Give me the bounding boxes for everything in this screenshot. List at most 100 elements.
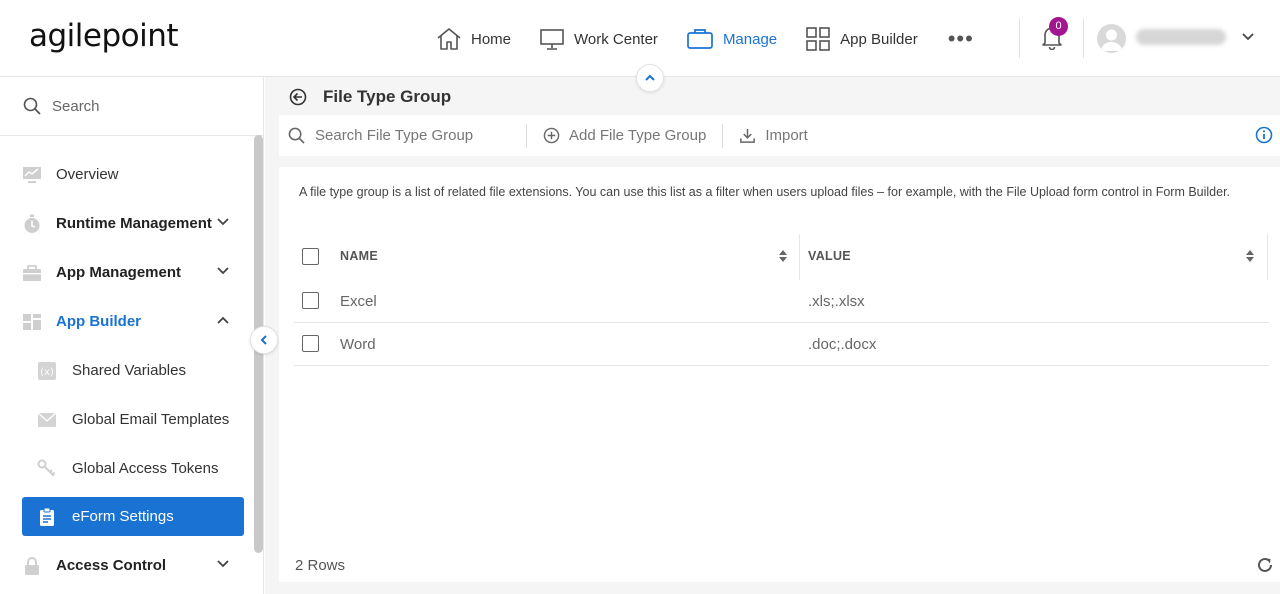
collapse-header-button[interactable] bbox=[636, 64, 664, 92]
back-arrow-icon bbox=[289, 88, 307, 106]
chart-monitor-icon bbox=[22, 165, 42, 185]
table-header: NAME VALUE bbox=[294, 234, 1269, 280]
stopwatch-icon bbox=[22, 214, 42, 234]
nav-app-builder[interactable]: App Builder bbox=[805, 22, 918, 56]
nav-manage[interactable]: Manage bbox=[686, 22, 777, 56]
toolbar: Add File Type Group Import bbox=[279, 115, 1280, 156]
plus-circle-icon bbox=[543, 127, 560, 144]
sidebar-item-label: App Management bbox=[56, 264, 182, 281]
agilepoint-logo[interactable]: agilepoint bbox=[29, 18, 179, 54]
info-icon bbox=[1255, 126, 1273, 144]
search-icon bbox=[288, 127, 305, 144]
sort-icon[interactable] bbox=[1245, 249, 1255, 263]
svg-text:(x): (x) bbox=[40, 367, 54, 378]
sidebar-item-label: eForm Settings bbox=[72, 508, 174, 525]
envelope-icon bbox=[37, 410, 57, 430]
description-text: A file type group is a list of related f… bbox=[299, 185, 1231, 199]
row-count: 2 Rows bbox=[295, 557, 346, 574]
sidebar-item-runtime-management[interactable]: Runtime Management bbox=[22, 204, 244, 243]
sidebar-item-overview[interactable]: Overview bbox=[22, 155, 244, 194]
select-all-checkbox[interactable] bbox=[302, 248, 319, 265]
table-row[interactable]: Word .doc;.docx bbox=[294, 323, 1269, 366]
row-value: .xls;.xlsx bbox=[808, 293, 865, 310]
chevron-down-icon bbox=[217, 267, 229, 275]
nav-manage-label: Manage bbox=[722, 30, 778, 48]
column-header-value[interactable]: VALUE bbox=[808, 249, 851, 263]
page-title: File Type Group bbox=[323, 87, 452, 106]
dashboard-icon bbox=[22, 312, 42, 332]
chevron-down-icon bbox=[217, 560, 229, 568]
sidebar-item-global-email-templates[interactable]: Global Email Templates bbox=[22, 400, 244, 439]
home-icon bbox=[437, 28, 461, 50]
column-header-name[interactable]: NAME bbox=[340, 249, 378, 263]
sidebar-item-access-control[interactable]: Access Control bbox=[22, 546, 244, 585]
row-name: Word bbox=[340, 336, 376, 353]
keys-icon bbox=[37, 459, 57, 479]
avatar[interactable] bbox=[1097, 24, 1126, 53]
sidebar-item-eform-settings[interactable]: eForm Settings bbox=[22, 497, 244, 536]
row-checkbox[interactable] bbox=[302, 335, 319, 352]
add-file-type-group-button[interactable]: Add File Type Group bbox=[527, 123, 724, 148]
column-divider bbox=[1267, 234, 1268, 280]
monitor-icon bbox=[540, 29, 564, 50]
import-label: Import bbox=[765, 127, 808, 144]
row-checkbox[interactable] bbox=[302, 292, 319, 309]
notification-count-badge: 0 bbox=[1049, 17, 1068, 36]
nav-app-builder-label: App Builder bbox=[840, 30, 918, 48]
user-name[interactable]: username bbox=[1136, 29, 1226, 45]
lock-icon bbox=[22, 556, 42, 576]
sidebar-item-label: Access Control bbox=[56, 557, 167, 574]
nav-work-center[interactable]: Work Center bbox=[539, 22, 658, 56]
clipboard-icon bbox=[37, 507, 57, 527]
download-icon bbox=[740, 128, 756, 143]
search-box bbox=[279, 123, 527, 148]
nav-home-label: Home bbox=[471, 30, 512, 48]
file-type-group-table: NAME VALUE Excel .xls;.xlsx Word .doc;.d… bbox=[294, 234, 1269, 366]
refresh-icon bbox=[1258, 557, 1272, 572]
top-header: agilepoint Home Work Center Manage App B… bbox=[0, 0, 1280, 77]
chevron-down-icon bbox=[1242, 33, 1254, 41]
table-row[interactable]: Excel .xls;.xlsx bbox=[294, 280, 1269, 323]
column-divider bbox=[799, 234, 800, 280]
add-file-type-group-label: Add File Type Group bbox=[569, 127, 707, 144]
grid-icon bbox=[806, 27, 830, 51]
sidebar-item-label: Global Email Templates bbox=[72, 411, 230, 428]
toolbox-icon bbox=[22, 263, 42, 283]
sidebar-item-app-management[interactable]: App Management bbox=[22, 253, 244, 292]
sidebar-search-label: Search bbox=[52, 97, 100, 115]
sidebar-item-label: App Builder bbox=[56, 313, 141, 330]
header-divider bbox=[1083, 18, 1084, 58]
back-button[interactable] bbox=[289, 88, 307, 106]
sidebar-item-label: Global Access Tokens bbox=[72, 460, 219, 477]
info-button[interactable] bbox=[1255, 126, 1273, 149]
sort-icon[interactable] bbox=[778, 249, 788, 263]
search-file-type-group-input[interactable] bbox=[315, 127, 505, 144]
sidebar-item-label: Shared Variables bbox=[72, 362, 186, 379]
chevron-up-icon bbox=[645, 74, 655, 81]
sidebar-search[interactable]: Search bbox=[0, 77, 263, 136]
main-panel: File Type Group Add File Type Group Impo… bbox=[265, 77, 1280, 594]
sidebar-item-shared-variables[interactable]: (x) Shared Variables bbox=[22, 351, 244, 390]
sidebar-item-app-builder[interactable]: App Builder bbox=[22, 302, 244, 341]
nav-home[interactable]: Home bbox=[436, 22, 511, 56]
user-menu-button[interactable] bbox=[1240, 30, 1256, 49]
sidebar-item-label: Overview bbox=[56, 166, 119, 183]
briefcase-icon bbox=[687, 29, 713, 49]
chevron-left-icon bbox=[260, 335, 267, 345]
header-divider bbox=[1019, 18, 1020, 58]
page-header: File Type Group bbox=[289, 86, 451, 108]
row-value: .doc;.docx bbox=[808, 336, 877, 353]
main-nav: Home Work Center Manage App Builder ••• bbox=[436, 22, 974, 56]
chevron-down-icon bbox=[217, 218, 229, 226]
content-panel: A file type group is a list of related f… bbox=[279, 167, 1280, 582]
refresh-button[interactable] bbox=[1256, 556, 1274, 579]
user-icon bbox=[1101, 29, 1122, 51]
search-icon bbox=[23, 97, 41, 115]
sidebar: Search Overview Runtime Management App M… bbox=[0, 77, 264, 594]
variable-icon: (x) bbox=[37, 361, 57, 381]
sidebar-item-label: Runtime Management bbox=[56, 215, 212, 232]
import-button[interactable]: Import bbox=[723, 124, 824, 148]
collapse-sidebar-button[interactable] bbox=[250, 326, 278, 354]
sidebar-item-global-access-tokens[interactable]: Global Access Tokens bbox=[22, 449, 244, 488]
more-menu-button[interactable]: ••• bbox=[948, 28, 974, 50]
